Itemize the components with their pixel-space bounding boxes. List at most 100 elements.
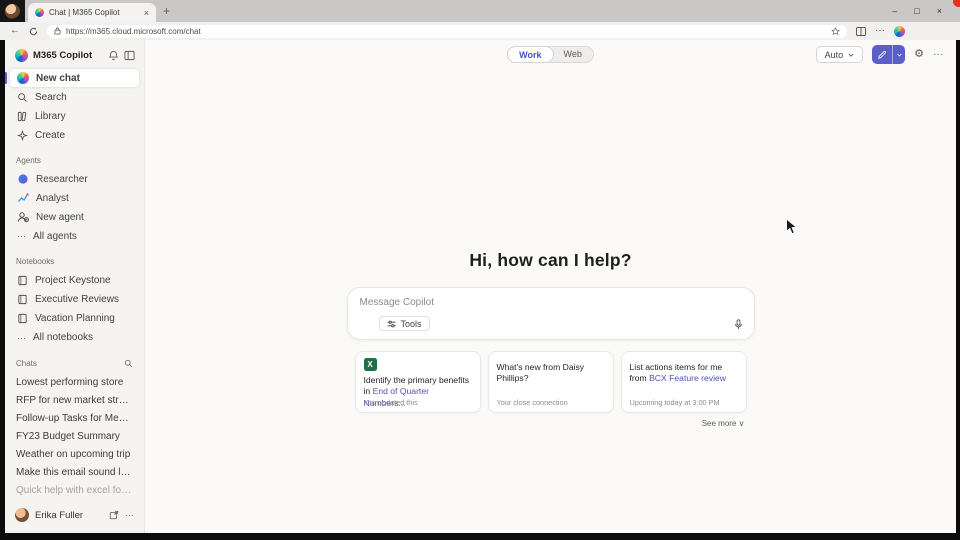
section-notebooks: Notebooks bbox=[5, 246, 144, 271]
card-meeting-link[interactable]: BCX Feature review bbox=[649, 373, 726, 383]
sidebar-item-label: Create bbox=[35, 130, 65, 141]
model-selector-label: Auto bbox=[825, 50, 844, 60]
notebook-icon bbox=[17, 294, 28, 305]
refresh-icon[interactable] bbox=[29, 27, 38, 36]
tab-close-icon[interactable]: × bbox=[144, 8, 149, 18]
browser-titlebar: Chat | M365 Copilot × + – □ × bbox=[0, 0, 960, 22]
settings-gear-icon[interactable]: ⚙ bbox=[914, 49, 924, 60]
user-more-icon[interactable]: ··· bbox=[125, 510, 134, 520]
webcam-overlay bbox=[0, 0, 25, 22]
mouse-cursor bbox=[785, 218, 798, 241]
suggestion-cards: X Identify the primary benefits in End o… bbox=[355, 351, 747, 413]
url-text[interactable]: https://m365.cloud.microsoft.com/chat bbox=[66, 27, 826, 36]
search-icon bbox=[17, 92, 28, 103]
tools-button[interactable]: Tools bbox=[379, 316, 430, 331]
chat-item[interactable]: Follow-up Tasks for Meeting bbox=[5, 409, 144, 427]
sidebar-item-label: Executive Reviews bbox=[35, 294, 119, 305]
chats-search-icon[interactable] bbox=[124, 359, 133, 368]
tools-label: Tools bbox=[401, 319, 422, 329]
chat-item[interactable]: Lowest performing store bbox=[5, 373, 144, 391]
chat-item[interactable]: Quick help with excel formulas bbox=[5, 481, 144, 499]
chat-item[interactable]: FY23 Budget Summary bbox=[5, 427, 144, 445]
sidebar-item-project-keystone[interactable]: Project Keystone bbox=[10, 271, 139, 289]
sliders-icon bbox=[387, 320, 396, 328]
section-agents: Agents bbox=[5, 145, 144, 170]
sidebar-item-label: Researcher bbox=[36, 174, 88, 185]
close-button[interactable]: × bbox=[937, 6, 942, 16]
address-bar[interactable]: https://m365.cloud.microsoft.com/chat bbox=[47, 25, 847, 38]
sidebar-item-create[interactable]: Create bbox=[10, 126, 139, 144]
toggle-work[interactable]: Work bbox=[507, 46, 553, 63]
card-title: What's new from Daisy Phillips? bbox=[497, 362, 605, 385]
collapse-sidebar-icon[interactable] bbox=[124, 50, 135, 61]
user-avatar[interactable] bbox=[15, 508, 29, 522]
browser-toolbar: ← https://m365.cloud.microsoft.com/chat … bbox=[0, 22, 960, 40]
chat-item[interactable]: Weather on upcoming trip bbox=[5, 445, 144, 463]
suggestion-card-meeting[interactable]: List actions items for me from BCX Featu… bbox=[621, 351, 747, 413]
sidebar-item-researcher[interactable]: Researcher bbox=[10, 170, 139, 188]
microphone-icon[interactable] bbox=[734, 319, 743, 330]
webcam-avatar bbox=[5, 4, 20, 19]
browser-more-icon[interactable]: ··· bbox=[875, 26, 885, 36]
sidebar: M365 Copilot New chat Search Library bbox=[5, 40, 145, 533]
suggestion-card-person[interactable]: What's new from Daisy Phillips? Your clo… bbox=[488, 351, 614, 413]
sidebar-item-label: New agent bbox=[36, 212, 84, 223]
user-name: Erika Fuller bbox=[35, 510, 103, 521]
ellipsis-icon: ··· bbox=[17, 231, 26, 241]
create-sparkle-icon bbox=[17, 130, 28, 141]
toggle-web[interactable]: Web bbox=[553, 47, 593, 62]
new-tab-button[interactable]: + bbox=[163, 3, 170, 19]
card-title: List actions items for me from BCX Featu… bbox=[630, 362, 738, 385]
favorites-star-icon[interactable] bbox=[831, 27, 840, 36]
chats-label: Chats bbox=[16, 359, 37, 368]
browser-tab[interactable]: Chat | M365 Copilot × bbox=[28, 3, 156, 22]
compose-dropdown-button[interactable] bbox=[893, 45, 905, 64]
tab-title: Chat | M365 Copilot bbox=[49, 8, 139, 17]
chat-item[interactable]: Make this email sound less aggressi... bbox=[5, 463, 144, 481]
model-selector-button[interactable]: Auto bbox=[816, 46, 864, 63]
minimize-button[interactable]: – bbox=[892, 6, 897, 16]
notifications-bell-icon[interactable] bbox=[108, 50, 119, 61]
sidebar-item-search[interactable]: Search bbox=[10, 88, 139, 106]
card-footer: Your close connection bbox=[497, 398, 568, 407]
back-icon[interactable]: ← bbox=[10, 26, 20, 36]
suggestion-card-excel[interactable]: X Identify the primary benefits in End o… bbox=[355, 351, 481, 413]
site-info-lock-icon[interactable] bbox=[54, 27, 61, 35]
sidebar-item-label: Analyst bbox=[36, 193, 69, 204]
excel-file-icon: X bbox=[364, 358, 377, 371]
sidebar-item-vacation-planning[interactable]: Vacation Planning bbox=[10, 309, 139, 327]
section-chats: Chats bbox=[5, 348, 144, 373]
sidebar-item-new-agent[interactable]: New agent bbox=[10, 208, 139, 226]
window-controls: – □ × bbox=[892, 0, 942, 22]
chat-item[interactable]: RFP for new market strategies and c... bbox=[5, 391, 144, 409]
brand-row: M365 Copilot bbox=[5, 40, 144, 69]
new-agent-icon bbox=[17, 211, 29, 223]
sidebar-item-new-chat[interactable]: New chat bbox=[10, 69, 139, 87]
sidebar-item-all-agents[interactable]: ··· All agents bbox=[10, 227, 139, 245]
sidebar-item-label: Search bbox=[35, 92, 67, 103]
analyst-icon bbox=[17, 192, 29, 204]
new-chat-split-button bbox=[872, 45, 905, 64]
see-more-link[interactable]: See more bbox=[702, 419, 737, 428]
chevron-down-icon bbox=[848, 53, 854, 57]
header-more-icon[interactable]: ··· bbox=[933, 50, 943, 60]
sidebar-item-all-notebooks[interactable]: ··· All notebooks bbox=[10, 329, 139, 347]
chevron-down-icon: ∨ bbox=[739, 419, 745, 428]
sidebar-footer: Erika Fuller ··· bbox=[5, 499, 144, 533]
edge-copilot-icon[interactable] bbox=[894, 26, 905, 37]
compose-pencil-icon bbox=[877, 50, 887, 60]
compose-button[interactable] bbox=[872, 45, 893, 64]
m365-copilot-logo-icon bbox=[15, 49, 28, 62]
maximize-button[interactable]: □ bbox=[914, 6, 919, 16]
card-footer: You updated this bbox=[364, 398, 418, 407]
message-composer[interactable]: Message Copilot Tools bbox=[347, 287, 755, 340]
composer-placeholder: Message Copilot bbox=[360, 297, 434, 308]
split-screen-icon[interactable] bbox=[856, 27, 866, 36]
sidebar-item-library[interactable]: Library bbox=[10, 107, 139, 125]
greeting-heading: Hi, how can I help? bbox=[145, 250, 956, 271]
sidebar-item-analyst[interactable]: Analyst bbox=[10, 189, 139, 207]
open-in-new-icon[interactable] bbox=[109, 510, 119, 520]
sidebar-item-label: All agents bbox=[33, 231, 77, 242]
sidebar-item-executive-reviews[interactable]: Executive Reviews bbox=[10, 290, 139, 308]
library-icon bbox=[17, 111, 28, 122]
